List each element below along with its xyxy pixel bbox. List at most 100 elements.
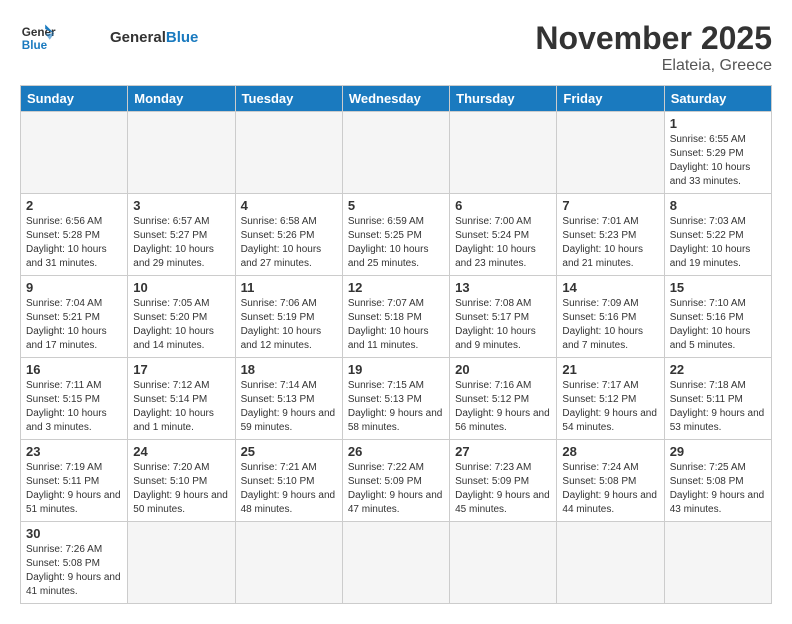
location: Elateia, Greece: [535, 57, 772, 75]
calendar-week-5: 30Sunrise: 7:26 AM Sunset: 5:08 PM Dayli…: [21, 522, 772, 604]
calendar-cell: 25 Sunrise: 7:21 AM Sunset: 5:10 PM Dayli…: [235, 440, 342, 522]
day-info: Sunrise: 7:23 AM Sunset: 5:09 PM Dayligh…: [455, 461, 551, 517]
calendar-cell: 7 Sunrise: 7:01 AM Sunset: 5:23 PM Daylig…: [557, 194, 664, 276]
calendar-cell: [450, 522, 557, 604]
calendar-cell: 27 Sunrise: 7:23 AM Sunset: 5:09 PM Dayli…: [450, 440, 557, 522]
day-number: 21: [562, 362, 658, 377]
day-info: Sunrise: 7:04 AM Sunset: 5:21 PM Dayligh…: [26, 297, 122, 353]
calendar-cell: [557, 522, 664, 604]
day-number: 11: [241, 280, 337, 295]
col-wednesday: Wednesday: [342, 86, 449, 112]
day-info: Sunrise: 7:06 AM Sunset: 5:19 PM Dayligh…: [241, 297, 337, 353]
day-number: 9: [26, 280, 122, 295]
day-number: 1: [670, 116, 766, 131]
day-number: 5: [348, 198, 444, 213]
day-number: 10: [133, 280, 229, 295]
day-number: 25: [241, 444, 337, 459]
calendar-cell: [664, 522, 771, 604]
day-info: Sunrise: 7:03 AM Sunset: 5:22 PM Dayligh…: [670, 215, 766, 271]
day-info: Sunrise: 7:09 AM Sunset: 5:16 PM Dayligh…: [562, 297, 658, 353]
calendar-cell: [128, 522, 235, 604]
calendar-cell: 11 Sunrise: 7:06 AM Sunset: 5:19 PM Dayli…: [235, 276, 342, 358]
calendar-cell: 20Sunrise: 7:16 AM Sunset: 5:12 PM Dayli…: [450, 358, 557, 440]
day-info: Sunrise: 7:00 AM Sunset: 5:24 PM Dayligh…: [455, 215, 551, 271]
day-info: Sunrise: 7:01 AM Sunset: 5:23 PM Dayligh…: [562, 215, 658, 271]
calendar-cell: 19Sunrise: 7:15 AM Sunset: 5:13 PM Dayli…: [342, 358, 449, 440]
calendar-cell: 13Sunrise: 7:08 AM Sunset: 5:17 PM Dayli…: [450, 276, 557, 358]
col-monday: Monday: [128, 86, 235, 112]
calendar-cell: [235, 522, 342, 604]
calendar-cell: 5 Sunrise: 6:59 AM Sunset: 5:25 PM Daylig…: [342, 194, 449, 276]
day-info: Sunrise: 7:11 AM Sunset: 5:15 PM Dayligh…: [26, 379, 122, 435]
calendar-week-1: 2 Sunrise: 6:56 AM Sunset: 5:28 PM Daylig…: [21, 194, 772, 276]
calendar-cell: 6Sunrise: 7:00 AM Sunset: 5:24 PM Daylig…: [450, 194, 557, 276]
calendar-week-3: 16 Sunrise: 7:11 AM Sunset: 5:15 PM Dayli…: [21, 358, 772, 440]
calendar-cell: 15Sunrise: 7:10 AM Sunset: 5:16 PM Dayli…: [664, 276, 771, 358]
day-info: Sunrise: 7:17 AM Sunset: 5:12 PM Dayligh…: [562, 379, 658, 435]
day-info: Sunrise: 7:05 AM Sunset: 5:20 PM Dayligh…: [133, 297, 229, 353]
day-number: 30: [26, 526, 122, 541]
calendar-cell: 12Sunrise: 7:07 AM Sunset: 5:18 PM Dayli…: [342, 276, 449, 358]
day-info: Sunrise: 6:57 AM Sunset: 5:27 PM Dayligh…: [133, 215, 229, 271]
calendar-cell: 23 Sunrise: 7:19 AM Sunset: 5:11 PM Dayli…: [21, 440, 128, 522]
calendar-cell: 28 Sunrise: 7:24 AM Sunset: 5:08 PM Dayli…: [557, 440, 664, 522]
logo: General Blue GeneralBlue: [20, 20, 198, 56]
calendar-cell: 21 Sunrise: 7:17 AM Sunset: 5:12 PM Dayli…: [557, 358, 664, 440]
day-number: 28: [562, 444, 658, 459]
day-info: Sunrise: 7:24 AM Sunset: 5:08 PM Dayligh…: [562, 461, 658, 517]
day-info: Sunrise: 6:56 AM Sunset: 5:28 PM Dayligh…: [26, 215, 122, 271]
calendar-cell: 26Sunrise: 7:22 AM Sunset: 5:09 PM Dayli…: [342, 440, 449, 522]
day-number: 3: [133, 198, 229, 213]
day-number: 16: [26, 362, 122, 377]
day-info: Sunrise: 7:15 AM Sunset: 5:13 PM Dayligh…: [348, 379, 444, 435]
title-block: November 2025 Elateia, Greece: [535, 20, 772, 75]
calendar-cell: 14 Sunrise: 7:09 AM Sunset: 5:16 PM Dayli…: [557, 276, 664, 358]
day-info: Sunrise: 6:55 AM Sunset: 5:29 PM Dayligh…: [670, 133, 766, 189]
col-sunday: Sunday: [21, 86, 128, 112]
day-info: Sunrise: 7:10 AM Sunset: 5:16 PM Dayligh…: [670, 297, 766, 353]
col-saturday: Saturday: [664, 86, 771, 112]
day-number: 7: [562, 198, 658, 213]
calendar-week-4: 23 Sunrise: 7:19 AM Sunset: 5:11 PM Dayli…: [21, 440, 772, 522]
calendar-cell: [557, 112, 664, 194]
logo-general: General: [110, 29, 166, 46]
calendar-cell: 4Sunrise: 6:58 AM Sunset: 5:26 PM Daylig…: [235, 194, 342, 276]
calendar-cell: 22 Sunrise: 7:18 AM Sunset: 5:11 PM Dayli…: [664, 358, 771, 440]
calendar-cell: 30Sunrise: 7:26 AM Sunset: 5:08 PM Dayli…: [21, 522, 128, 604]
day-number: 17: [133, 362, 229, 377]
day-number: 26: [348, 444, 444, 459]
day-number: 29: [670, 444, 766, 459]
header-row: Sunday Monday Tuesday Wednesday Thursday…: [21, 86, 772, 112]
day-number: 14: [562, 280, 658, 295]
page-header: General Blue GeneralBlue November 2025 E…: [20, 20, 772, 75]
calendar-cell: [342, 112, 449, 194]
calendar-cell: 17Sunrise: 7:12 AM Sunset: 5:14 PM Dayli…: [128, 358, 235, 440]
col-thursday: Thursday: [450, 86, 557, 112]
calendar-cell: [235, 112, 342, 194]
calendar-week-2: 9 Sunrise: 7:04 AM Sunset: 5:21 PM Daylig…: [21, 276, 772, 358]
day-info: Sunrise: 7:21 AM Sunset: 5:10 PM Dayligh…: [241, 461, 337, 517]
day-info: Sunrise: 7:20 AM Sunset: 5:10 PM Dayligh…: [133, 461, 229, 517]
calendar-cell: 16 Sunrise: 7:11 AM Sunset: 5:15 PM Dayli…: [21, 358, 128, 440]
calendar-cell: [450, 112, 557, 194]
day-number: 24: [133, 444, 229, 459]
day-number: 18: [241, 362, 337, 377]
day-info: Sunrise: 7:18 AM Sunset: 5:11 PM Dayligh…: [670, 379, 766, 435]
day-number: 27: [455, 444, 551, 459]
day-number: 8: [670, 198, 766, 213]
day-number: 22: [670, 362, 766, 377]
logo-blue: Blue: [166, 29, 199, 46]
logo-icon: General Blue: [20, 20, 56, 56]
day-number: 2: [26, 198, 122, 213]
col-friday: Friday: [557, 86, 664, 112]
day-info: Sunrise: 7:08 AM Sunset: 5:17 PM Dayligh…: [455, 297, 551, 353]
calendar-cell: 1 Sunrise: 6:55 AM Sunset: 5:29 PM Daylig…: [664, 112, 771, 194]
calendar-table: Sunday Monday Tuesday Wednesday Thursday…: [20, 85, 772, 604]
calendar-cell: 24 Sunrise: 7:20 AM Sunset: 5:10 PM Dayli…: [128, 440, 235, 522]
day-info: Sunrise: 6:58 AM Sunset: 5:26 PM Dayligh…: [241, 215, 337, 271]
day-info: Sunrise: 7:19 AM Sunset: 5:11 PM Dayligh…: [26, 461, 122, 517]
col-tuesday: Tuesday: [235, 86, 342, 112]
calendar-cell: 8 Sunrise: 7:03 AM Sunset: 5:22 PM Daylig…: [664, 194, 771, 276]
day-number: 23: [26, 444, 122, 459]
day-info: Sunrise: 6:59 AM Sunset: 5:25 PM Dayligh…: [348, 215, 444, 271]
